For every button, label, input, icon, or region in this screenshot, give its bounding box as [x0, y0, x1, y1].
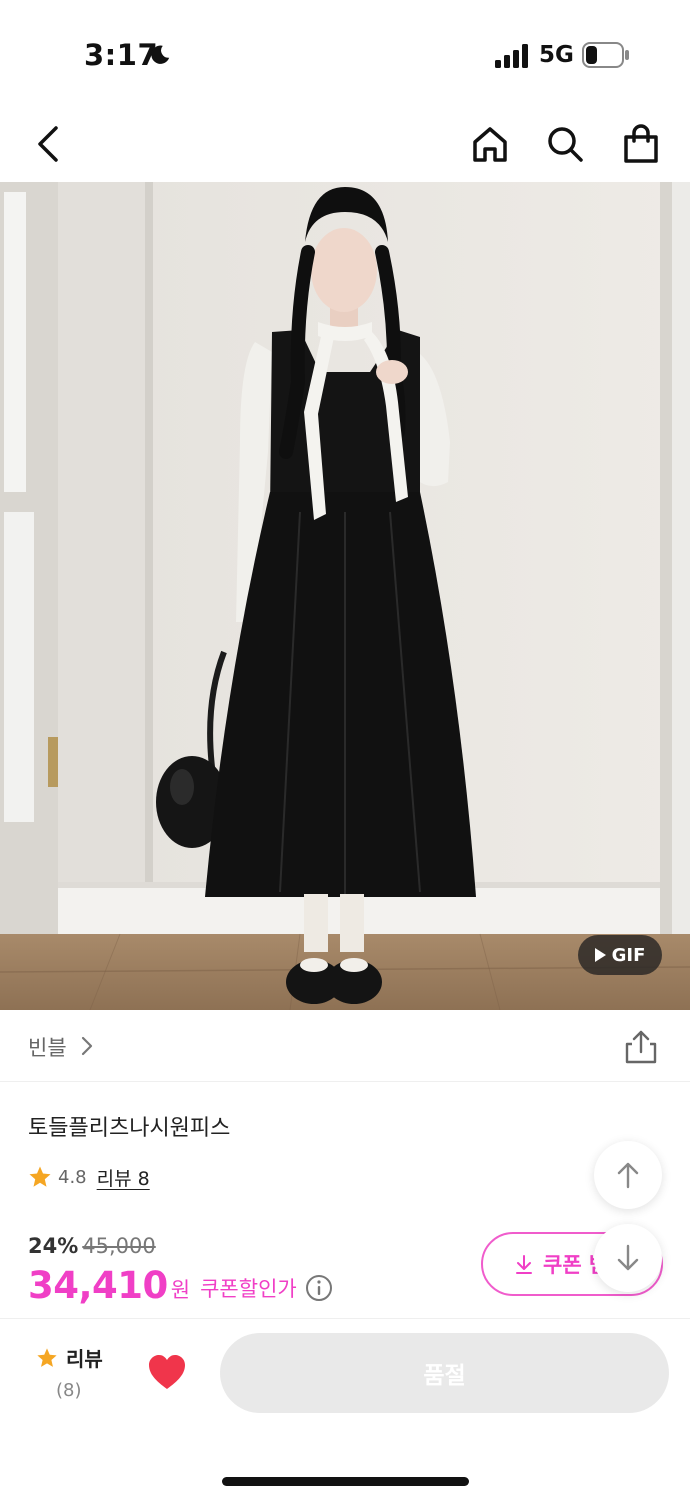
home-indicator[interactable]	[222, 1477, 469, 1486]
play-icon	[594, 948, 606, 962]
signal-icon	[495, 44, 528, 68]
product-title: 토들플리츠나시원피스	[28, 1116, 231, 1141]
gif-play-badge[interactable]: GIF	[578, 935, 662, 975]
network-label: 5G	[539, 42, 574, 68]
gif-badge-label: GIF	[611, 944, 646, 966]
moon-icon	[151, 45, 170, 64]
price-discount-row: 24% 45,000	[28, 1234, 156, 1258]
star-icon	[37, 1347, 57, 1367]
product-image[interactable]	[0, 182, 690, 1010]
battery-icon	[582, 42, 629, 68]
arrow-up-icon	[617, 1162, 639, 1189]
coupon-price-label: 쿠폰할인가	[200, 1277, 297, 1301]
bottom-review-count: (8)	[56, 1380, 82, 1401]
shopping-bag-icon	[624, 124, 658, 163]
star-icon	[29, 1166, 51, 1187]
divider	[0, 1318, 690, 1319]
scroll-down-button[interactable]	[594, 1224, 662, 1292]
home-icon	[473, 127, 507, 162]
info-icon[interactable]	[305, 1274, 333, 1302]
review-link[interactable]: 리뷰 8	[97, 1164, 150, 1191]
search-icon	[548, 127, 583, 162]
back-button[interactable]	[24, 120, 72, 168]
status-bar: 3:17 5G	[0, 0, 690, 100]
brand-link[interactable]: 빈블	[28, 1032, 67, 1062]
rating-row: 4.8 리뷰 8	[28, 1162, 150, 1192]
download-icon	[516, 1255, 532, 1274]
search-button[interactable]	[541, 120, 589, 168]
heart-icon[interactable]	[146, 1352, 188, 1392]
chevron-right-icon	[81, 1036, 93, 1056]
back-arrow-icon	[38, 126, 58, 162]
top-nav	[0, 110, 690, 180]
home-button[interactable]	[466, 120, 514, 168]
price-main-row: 34,410 원 쿠폰할인가	[28, 1262, 333, 1308]
brand-row: 빈블	[0, 1010, 690, 1082]
scroll-up-button[interactable]	[594, 1141, 662, 1209]
soldout-button[interactable]: 품절	[220, 1333, 669, 1413]
original-price: 45,000	[82, 1234, 156, 1258]
bottom-review-label: 리뷰	[66, 1347, 103, 1371]
discount-rate: 24%	[28, 1234, 79, 1258]
cart-button[interactable]	[617, 120, 665, 168]
rating-value: 4.8	[58, 1166, 87, 1188]
sale-price: 34,410	[28, 1263, 168, 1307]
bottom-review-button[interactable]: 리뷰	[36, 1343, 103, 1372]
soldout-label: 품절	[423, 1363, 466, 1389]
status-time: 3:17	[84, 38, 159, 72]
product-photo	[0, 182, 690, 1010]
currency-unit: 원	[170, 1278, 191, 1302]
share-icon[interactable]	[622, 1028, 660, 1066]
arrow-down-icon	[617, 1244, 639, 1271]
